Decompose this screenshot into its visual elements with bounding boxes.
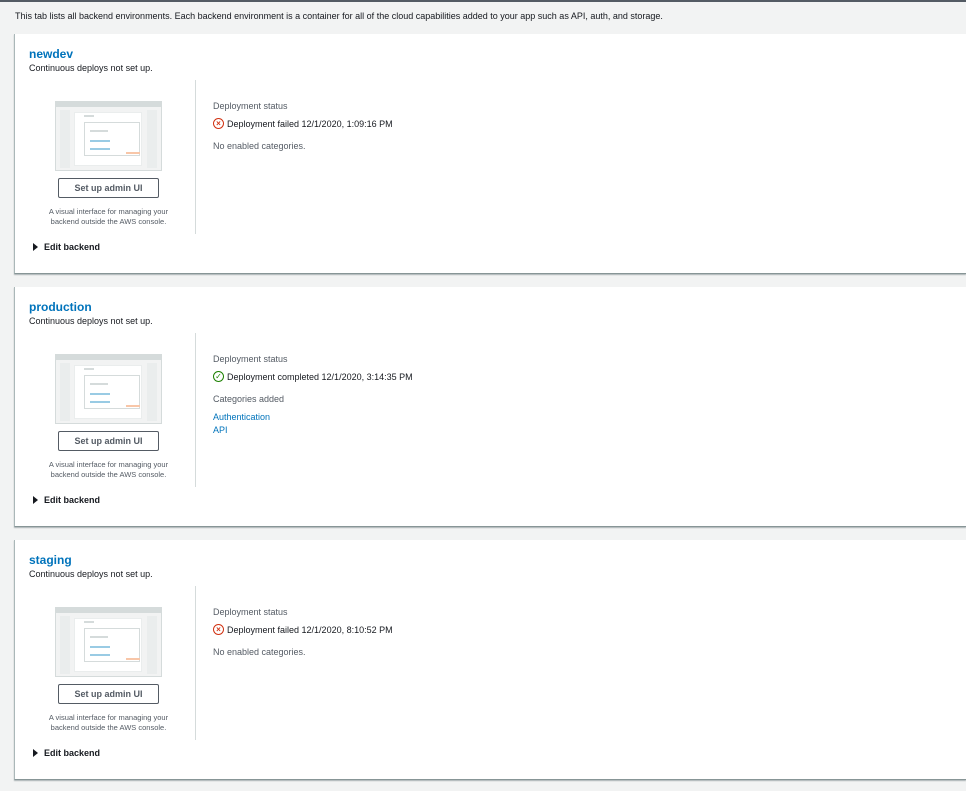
admin-ui-preview-image bbox=[55, 354, 162, 424]
edit-backend-label: Edit backend bbox=[44, 748, 101, 758]
admin-ui-description: A visual interface for managing your bac… bbox=[48, 713, 169, 732]
backend-name-link[interactable]: newdev bbox=[29, 47, 73, 61]
backend-subtitle: Continuous deploys not set up. bbox=[29, 63, 153, 73]
backend-card-production: production Continuous deploys not set up… bbox=[14, 287, 966, 527]
error-circle-icon: × bbox=[213, 624, 224, 635]
edit-backend-label: Edit backend bbox=[44, 495, 101, 505]
intro-text: This tab lists all backend environments.… bbox=[15, 11, 663, 21]
category-link-api[interactable]: API bbox=[213, 425, 228, 435]
caret-right-icon bbox=[33, 243, 38, 251]
divider bbox=[195, 333, 196, 487]
deployment-status-text: Deployment failed 12/1/2020, 8:10:52 PM bbox=[227, 624, 393, 635]
edit-backend-toggle[interactable]: Edit backend bbox=[33, 242, 100, 252]
backend-name-link[interactable]: production bbox=[29, 300, 92, 314]
error-circle-icon: × bbox=[213, 118, 224, 129]
admin-ui-description: A visual interface for managing your bac… bbox=[48, 207, 169, 226]
admin-ui-preview-image bbox=[55, 607, 162, 677]
deployment-status-text: Deployment completed 12/1/2020, 3:14:35 … bbox=[227, 371, 413, 382]
setup-admin-ui-button[interactable]: Set up admin UI bbox=[58, 684, 159, 704]
setup-admin-ui-button[interactable]: Set up admin UI bbox=[58, 431, 159, 451]
deployment-status-label: Deployment status bbox=[213, 101, 288, 111]
backend-subtitle: Continuous deploys not set up. bbox=[29, 569, 153, 579]
backend-card-staging: staging Continuous deploys not set up. S… bbox=[14, 540, 966, 780]
backend-subtitle: Continuous deploys not set up. bbox=[29, 316, 153, 326]
caret-right-icon bbox=[33, 749, 38, 757]
deployment-status: ✓ Deployment completed 12/1/2020, 3:14:3… bbox=[213, 371, 413, 382]
categories-label: Categories added bbox=[213, 394, 285, 404]
success-circle-icon: ✓ bbox=[213, 371, 224, 382]
caret-right-icon bbox=[33, 496, 38, 504]
categories-label: No enabled categories. bbox=[213, 141, 306, 151]
setup-admin-ui-button[interactable]: Set up admin UI bbox=[58, 178, 159, 198]
backend-card-newdev: newdev Continuous deploys not set up. Se… bbox=[14, 34, 966, 274]
edit-backend-toggle[interactable]: Edit backend bbox=[33, 495, 100, 505]
categories-label: No enabled categories. bbox=[213, 647, 306, 657]
deployment-status: × Deployment failed 12/1/2020, 1:09:16 P… bbox=[213, 118, 393, 129]
category-link-authentication[interactable]: Authentication bbox=[213, 412, 270, 422]
admin-ui-description: A visual interface for managing your bac… bbox=[48, 460, 169, 479]
admin-ui-preview-image bbox=[55, 101, 162, 171]
deployment-status-text: Deployment failed 12/1/2020, 1:09:16 PM bbox=[227, 118, 393, 129]
divider bbox=[195, 80, 196, 234]
divider bbox=[195, 586, 196, 740]
edit-backend-toggle[interactable]: Edit backend bbox=[33, 748, 100, 758]
edit-backend-label: Edit backend bbox=[44, 242, 101, 252]
deployment-status-label: Deployment status bbox=[213, 354, 288, 364]
deployment-status: × Deployment failed 12/1/2020, 8:10:52 P… bbox=[213, 624, 393, 635]
deployment-status-label: Deployment status bbox=[213, 607, 288, 617]
backend-name-link[interactable]: staging bbox=[29, 553, 72, 567]
